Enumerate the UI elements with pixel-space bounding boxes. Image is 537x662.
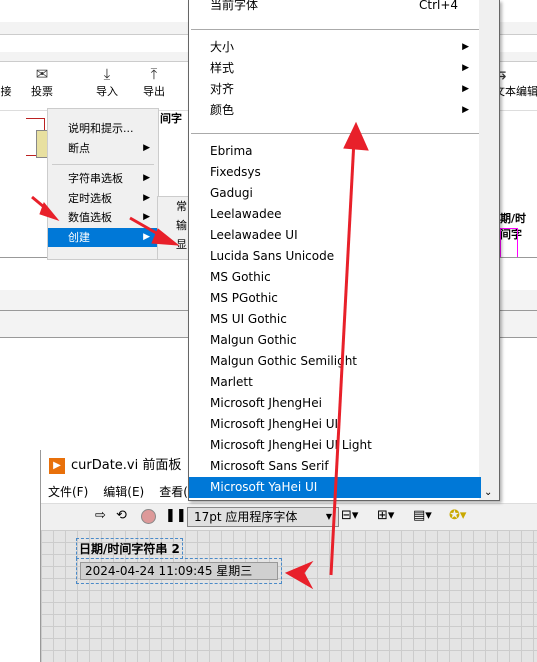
arrow-head-up bbox=[343, 121, 369, 151]
annotation-arrows bbox=[31, 121, 369, 590]
arrow-head-left bbox=[284, 560, 314, 590]
arrow-shaft bbox=[329, 139, 356, 576]
arrow-head bbox=[39, 202, 60, 222]
